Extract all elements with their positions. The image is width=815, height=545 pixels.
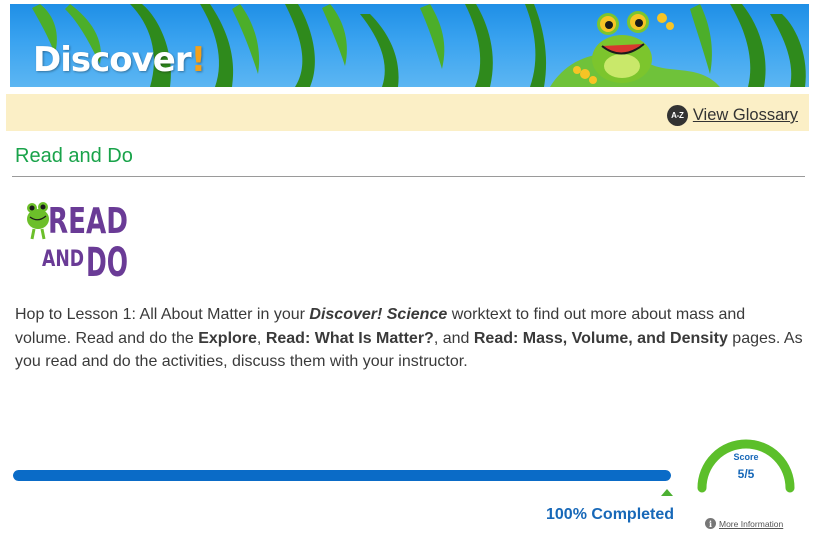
score-title: Score [733, 452, 759, 462]
view-glossary-link[interactable]: A-Z View Glossary [666, 105, 798, 126]
logo-do-text: DO [86, 240, 128, 281]
progress-marker-icon [661, 489, 673, 496]
title-divider [12, 176, 805, 177]
more-information-label[interactable]: More Information [719, 519, 783, 529]
more-information-link[interactable]: i More Information [705, 518, 783, 529]
page-title: Read and Do [15, 145, 133, 167]
section-explore: Explore [198, 329, 257, 347]
read-and-do-logo: READ AND DO [27, 201, 128, 281]
progress-bar [13, 470, 671, 481]
view-glossary-label[interactable]: View Glossary [693, 106, 798, 125]
score-value: 5/5 [737, 467, 755, 481]
progress-label: 100% Completed [546, 506, 675, 523]
discover-logo: Discover! [33, 40, 206, 80]
glossary-bar: A-Z View Glossary [6, 94, 809, 131]
book-title: Discover! Science [309, 306, 448, 323]
glossary-az-icon: A-Z [666, 105, 688, 126]
frog-icon [27, 202, 49, 240]
section-mass-volume-density: Read: Mass, Volume, and Density [473, 329, 728, 347]
info-icon: i [705, 518, 716, 529]
score-gauge-arc [697, 439, 795, 493]
instructions-paragraph: Hop to Lesson 1: All About Matter in you… [15, 306, 803, 370]
score-gauge [697, 439, 795, 493]
section-what-is-matter: Read: What Is Matter? [265, 329, 434, 347]
progress-fill [13, 470, 671, 481]
logo-read-text: READ [48, 201, 128, 242]
logo-and-text: AND [42, 247, 84, 272]
header-banner: Discover! [10, 4, 809, 87]
